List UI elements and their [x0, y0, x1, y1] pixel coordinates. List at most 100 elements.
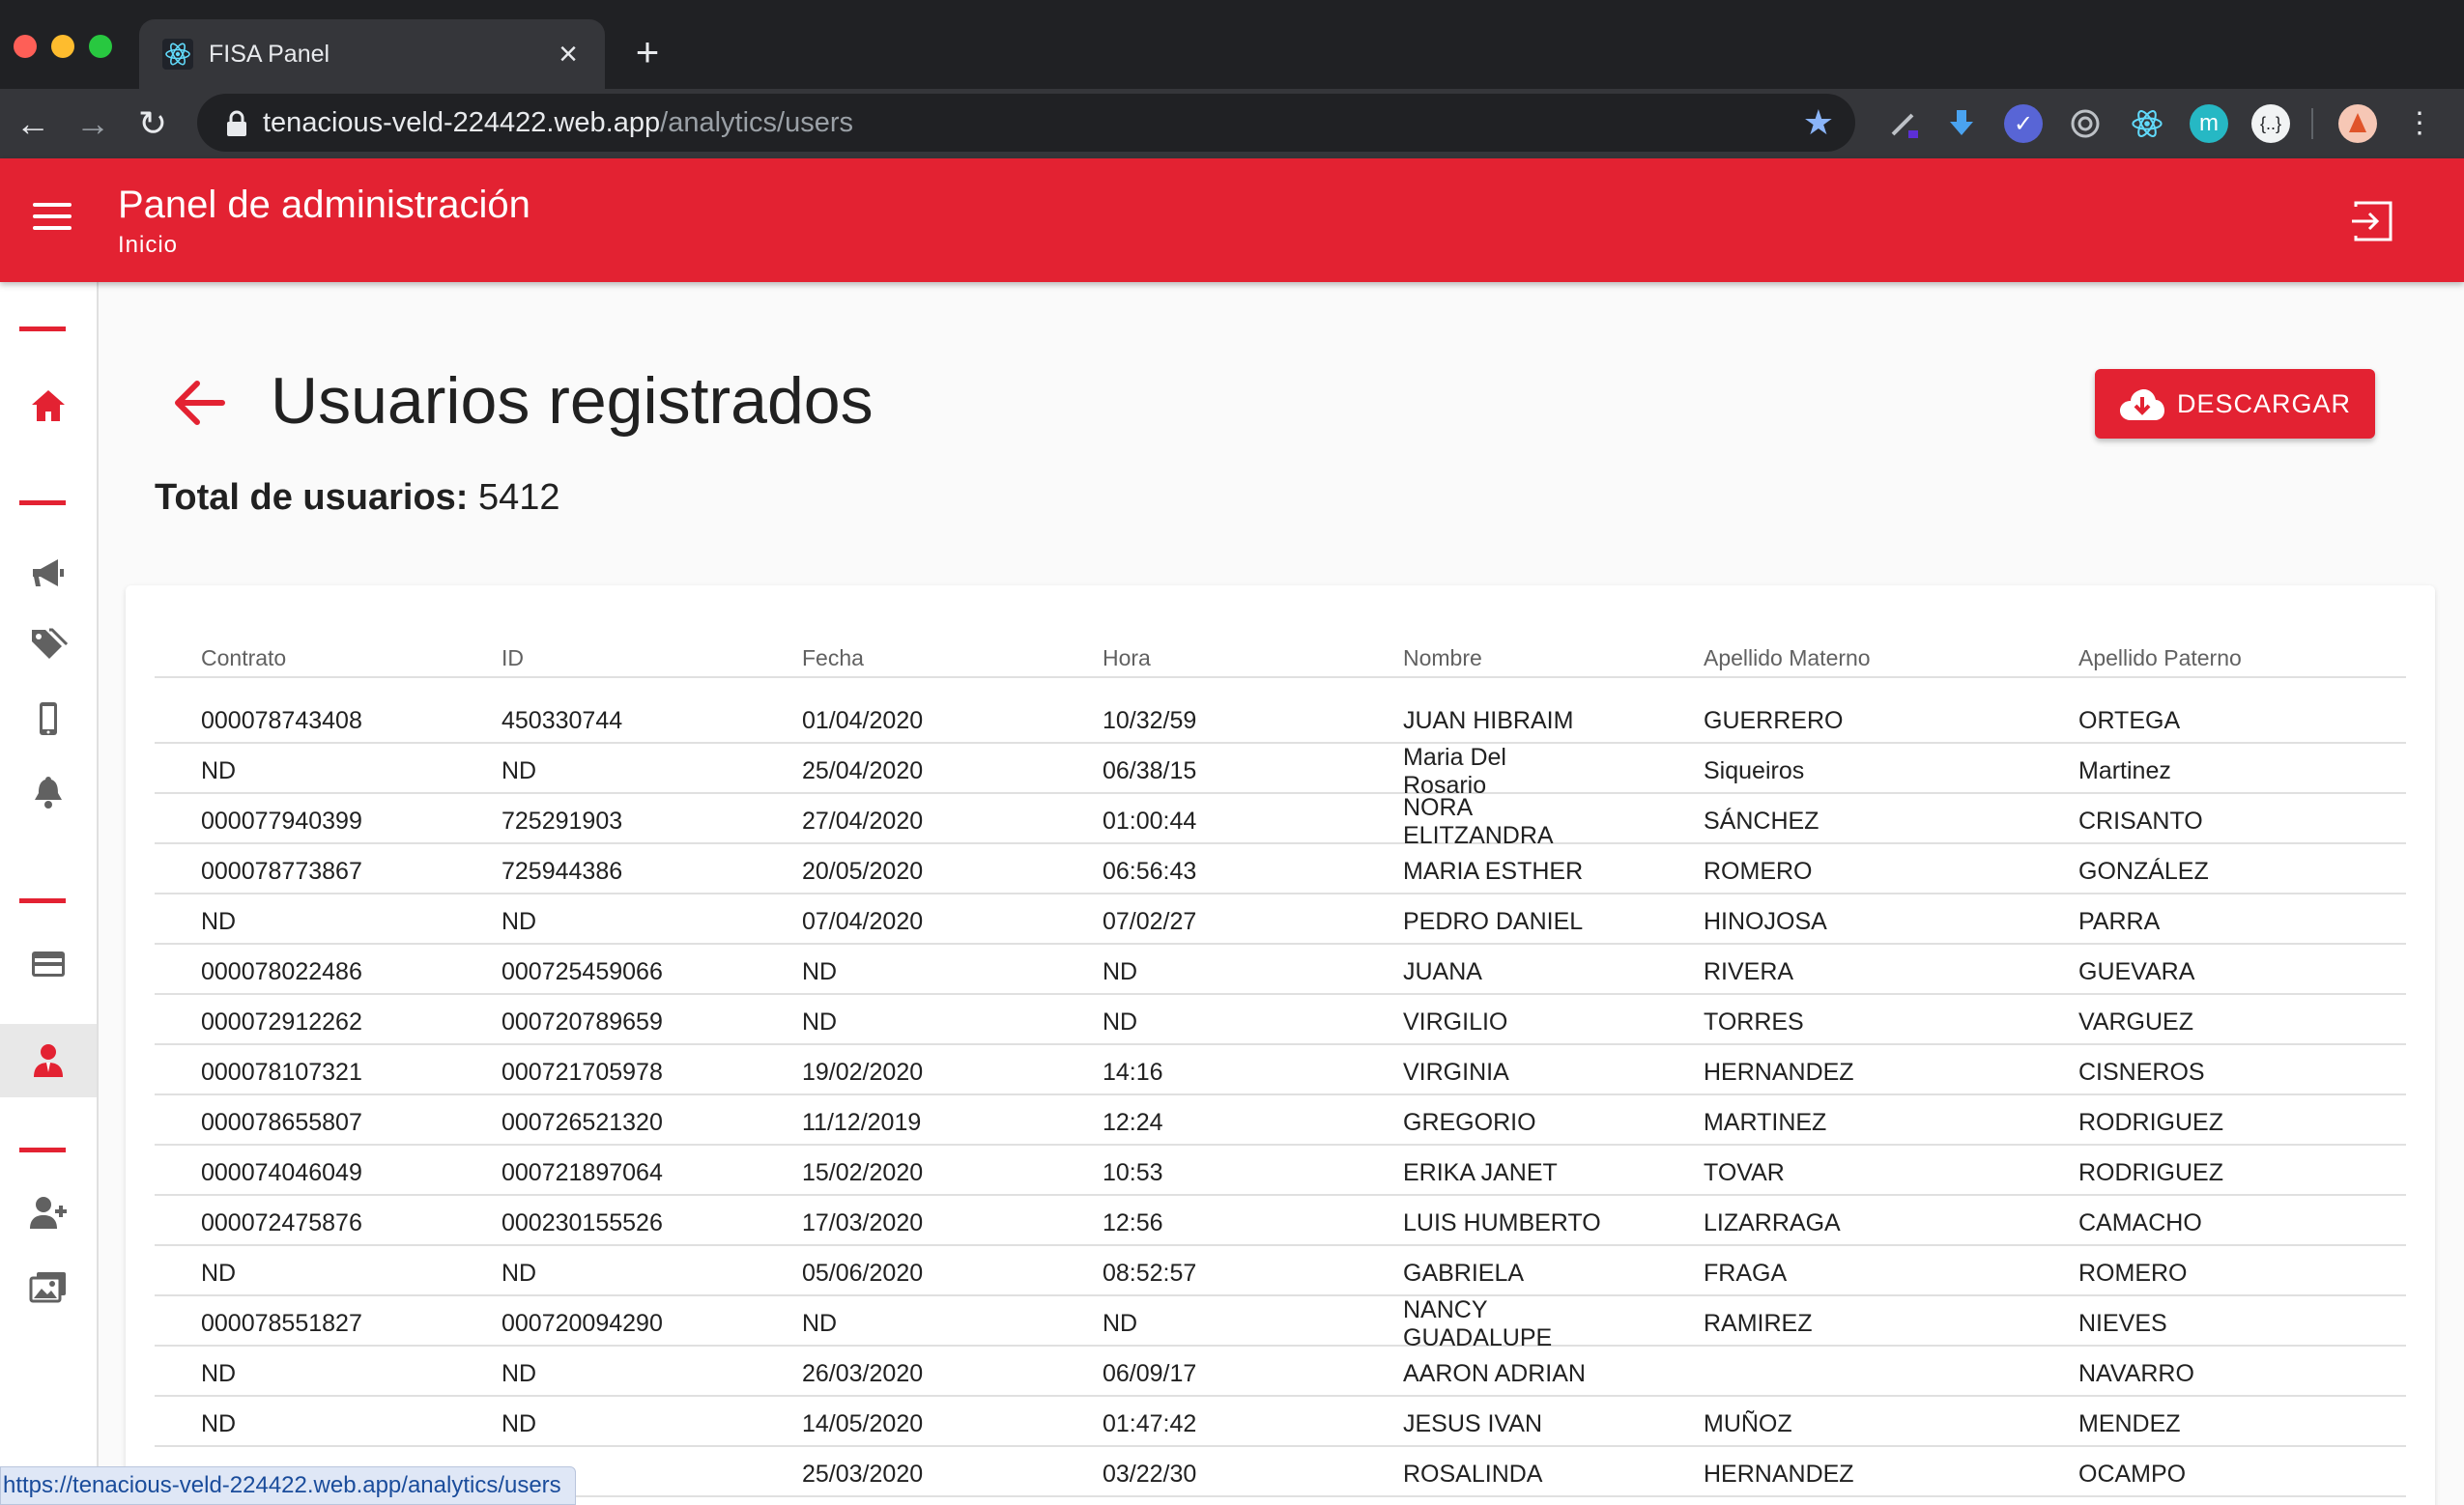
table-row[interactable]: 000078743408 450330744 01/04/2020 10/32/59 J… — [155, 678, 2406, 744]
sidebar-item-add-user[interactable] — [0, 1190, 97, 1236]
cell-apellido-paterno: GUEVARA — [2078, 958, 2195, 985]
sidebar-item-payments[interactable] — [0, 937, 97, 991]
cell-fecha: 25/04/2020 — [802, 757, 924, 784]
users-table-card: Contrato ID Fecha Hora Nombre Apellido M… — [126, 585, 2435, 1505]
cell-apellido-paterno: ORTEGA — [2078, 707, 2181, 734]
new-tab-button[interactable]: + — [624, 29, 671, 75]
column-header-nombre[interactable]: Nombre — [1403, 645, 1482, 671]
cell-fecha: 01/04/2020 — [802, 707, 924, 734]
column-header-apellido-materno[interactable]: Apellido Materno — [1704, 645, 1871, 671]
total-users-value: 5412 — [478, 477, 560, 518]
extension-react-icon[interactable] — [2128, 104, 2166, 143]
mobile-phone-icon — [40, 702, 57, 735]
table-row[interactable]: 000078022486 000725459066 ND ND JUANA RIVERA G… — [155, 945, 2406, 995]
cell-hora: 08:52:57 — [1103, 1260, 1197, 1287]
status-bar-url: https://tenacious-veld-224422.web.app/an… — [0, 1466, 576, 1505]
app-header: Panel de administración Inicio — [0, 158, 2464, 282]
exit-to-app-icon[interactable] — [2348, 197, 2396, 245]
column-header-fecha[interactable]: Fecha — [802, 645, 864, 671]
table-header: Contrato ID Fecha Hora Nombre Apellido M… — [155, 628, 2406, 678]
total-users: Total de usuarios: 5412 — [155, 477, 560, 519]
table-row[interactable]: 000078773867 725944386 20/05/2020 06:56:43 M… — [155, 844, 2406, 894]
cell-apellido-paterno: CISNEROS — [2078, 1059, 2205, 1086]
column-header-apellido-paterno[interactable]: Apellido Paterno — [2078, 645, 2242, 671]
table-row[interactable]: ND ND 26/03/2020 06/09/17 AARON ADRIAN NAVARR… — [155, 1347, 2406, 1397]
cell-hora: ND — [1103, 1008, 1138, 1036]
sidebar-item-users[interactable] — [0, 1024, 97, 1097]
sidebar-item-notifications[interactable] — [0, 769, 97, 815]
window-maximize-button[interactable] — [89, 35, 112, 58]
toolbar-separator — [2311, 108, 2313, 139]
cell-fecha: 05/06/2020 — [802, 1260, 924, 1287]
sidebar-item-announcements[interactable] — [0, 551, 97, 597]
cell-contrato: 000072475876 — [201, 1209, 362, 1236]
table-row[interactable]: 000077940399 725291903 27/04/2020 01:00:44 N… — [155, 794, 2406, 849]
window-minimize-button[interactable] — [51, 35, 74, 58]
cell-apellido-materno: ROMERO — [1704, 858, 1813, 885]
extension-pen-icon[interactable] — [1886, 104, 1925, 143]
forward-nav-icon[interactable]: → — [72, 102, 114, 145]
cell-contrato: 000078655807 — [201, 1109, 362, 1136]
sidebar-item-mobile[interactable] — [0, 696, 97, 742]
extension-download-icon[interactable] — [1942, 104, 1981, 143]
window-close-button[interactable] — [14, 35, 37, 58]
cell-hora: 01:00:44 — [1103, 808, 1197, 835]
table-row[interactable]: 000072475876 000230155526 17/03/2020 12:56 L… — [155, 1196, 2406, 1246]
cell-nombre: ERIKA JANET — [1403, 1159, 1558, 1186]
add-user-icon — [30, 1197, 67, 1229]
table-row[interactable]: 000072912262 000720789659 ND ND VIRGILIO TORR… — [155, 995, 2406, 1045]
browser-menu-icon[interactable]: ⋮ — [2398, 102, 2441, 145]
tags-icon — [32, 628, 68, 659]
tab-close-icon[interactable]: × — [549, 35, 587, 73]
cell-fecha: 26/03/2020 — [802, 1360, 924, 1387]
cell-apellido-materno: HERNANDEZ — [1704, 1461, 1854, 1488]
lock-icon — [227, 110, 246, 136]
cell-contrato: ND — [201, 1360, 237, 1387]
react-favicon-icon — [162, 39, 193, 70]
table-row[interactable]: ND ND 07/04/2020 07/02/27 PEDRO DANIEL HINOJO… — [155, 894, 2406, 945]
extension-target-icon[interactable] — [2066, 104, 2105, 143]
extension-check-icon[interactable]: ✓ — [2004, 104, 2043, 143]
address-bar[interactable]: tenacious-veld-224422.web.app/analytics/… — [197, 94, 1855, 152]
sidebar-item-tags[interactable] — [0, 622, 97, 668]
cell-nombre: Maria Del Rosario — [1403, 744, 1506, 799]
app-subtitle: Inicio — [118, 232, 179, 258]
cell-hora: 12:24 — [1103, 1109, 1163, 1136]
arrow-left-icon[interactable] — [170, 372, 232, 434]
extension-json-icon[interactable]: {..} — [2251, 104, 2290, 143]
sidebar-divider — [19, 327, 66, 331]
cell-hora: 14:16 — [1103, 1059, 1163, 1086]
cell-id: ND — [501, 1360, 537, 1387]
cell-nombre: GABRIELA — [1403, 1260, 1525, 1287]
table-row[interactable]: 000078107321 000721705978 19/02/2020 14:16 V… — [155, 1045, 2406, 1095]
back-nav-icon[interactable]: ← — [12, 102, 54, 145]
sidebar-divider — [19, 1148, 66, 1152]
download-button[interactable]: DESCARGAR — [2095, 369, 2375, 439]
cell-fecha: 15/02/2020 — [802, 1159, 924, 1186]
cell-nombre: ROSALINDA — [1403, 1461, 1543, 1488]
column-header-id[interactable]: ID — [501, 645, 524, 671]
cell-apellido-materno: SÁNCHEZ — [1704, 808, 1819, 835]
cell-contrato: 000078743408 — [201, 707, 362, 734]
table-row[interactable]: ND ND 25/04/2020 06/38/15 Maria Del Rosario S… — [155, 744, 2406, 799]
bookmark-star-icon[interactable]: ★ — [1803, 103, 1834, 142]
cell-apellido-materno: HINOJOSA — [1704, 908, 1827, 935]
table-row[interactable]: ND ND 14/05/2020 01:47:42 JESUS IVAN MUÑOZ MEN… — [155, 1397, 2406, 1447]
sidebar-item-home[interactable] — [0, 375, 97, 437]
table-row[interactable]: 000078655807 000726521320 11/12/2019 12:24 G… — [155, 1095, 2406, 1146]
table-row[interactable]: 000074046049 000721897064 15/02/2020 10:53 E… — [155, 1146, 2406, 1196]
column-header-hora[interactable]: Hora — [1103, 645, 1151, 671]
browser-tab[interactable]: FISA Panel × — [139, 19, 605, 89]
sidebar-item-gallery[interactable] — [0, 1264, 97, 1310]
cell-apellido-paterno: RODRIGUEZ — [2078, 1159, 2223, 1186]
table-row[interactable]: 000078551827 000720094290 ND ND NANCY GUADAL… — [155, 1296, 2406, 1351]
profile-avatar[interactable] — [2338, 104, 2377, 143]
cell-hora: 01:47:42 — [1103, 1410, 1197, 1437]
cell-hora: 12:56 — [1103, 1209, 1163, 1236]
table-row[interactable]: ND ND 05/06/2020 08:52:57 GABRIELA FRAGA ROMER… — [155, 1246, 2406, 1296]
reload-icon[interactable]: ↻ — [131, 102, 174, 145]
extension-m-icon[interactable]: m — [2190, 104, 2228, 143]
column-header-contrato[interactable]: Contrato — [201, 645, 286, 671]
menu-icon[interactable] — [33, 203, 72, 238]
cell-apellido-paterno: CRISANTO — [2078, 808, 2203, 835]
